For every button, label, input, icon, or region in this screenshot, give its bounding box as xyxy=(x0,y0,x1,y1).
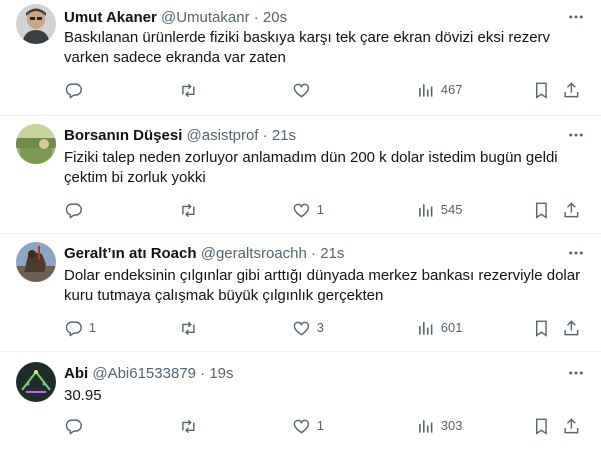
separator-dot: · xyxy=(200,365,206,382)
views-button[interactable]: 303 xyxy=(416,416,462,436)
retweet-button[interactable] xyxy=(179,318,204,338)
retweet-button[interactable] xyxy=(179,416,204,436)
bookmark-button[interactable] xyxy=(532,318,551,338)
user-handle[interactable]: @Umutakanr xyxy=(161,9,250,26)
timestamp[interactable]: 21s xyxy=(320,245,344,262)
views-count: 303 xyxy=(440,418,463,433)
display-name[interactable]: Abi xyxy=(64,365,88,382)
bookmark-icon xyxy=(535,418,547,435)
tweet-text: Fiziki talep neden zorluyor anlamadım dü… xyxy=(64,149,558,186)
views-button[interactable]: 545 xyxy=(416,200,462,220)
reply-button[interactable]: 1 xyxy=(64,318,96,338)
like-button[interactable]: 1 xyxy=(292,416,324,436)
user-handle[interactable]: @asistprof xyxy=(187,127,259,144)
reply-button[interactable] xyxy=(64,200,89,220)
like-count: 1 xyxy=(316,202,324,217)
retweet-button[interactable] xyxy=(179,80,204,100)
more-icon[interactable] xyxy=(567,364,585,382)
heart-icon xyxy=(293,419,310,434)
separator-dot: · xyxy=(262,127,268,144)
separator-dot: · xyxy=(311,245,317,262)
views-icon xyxy=(419,419,433,433)
share-button[interactable] xyxy=(562,318,581,338)
views-count: 545 xyxy=(440,202,463,217)
tweet-text: Dolar endeksinin çılgınlar gibi arttığı … xyxy=(64,267,581,304)
timestamp[interactable]: 20s xyxy=(263,9,287,26)
avatar[interactable] xyxy=(16,4,56,44)
share-icon xyxy=(564,319,579,335)
heart-icon xyxy=(293,203,310,218)
reply-button[interactable] xyxy=(64,416,89,436)
views-count: 467 xyxy=(440,82,463,97)
views-button[interactable]: 467 xyxy=(416,80,462,100)
bookmark-icon xyxy=(535,82,547,99)
more-icon[interactable] xyxy=(567,126,585,144)
tweet[interactable]: Geralt’ın atı Roach @geraltsroachh · 21s… xyxy=(0,234,601,352)
more-icon[interactable] xyxy=(567,244,585,262)
tweet-header: Umut Akaner @Umutakanr · 20s xyxy=(64,8,551,28)
tweet-text: Baskılanan ürünlerde fiziki baskıya karş… xyxy=(64,29,551,66)
like-button[interactable]: 3 xyxy=(292,318,324,338)
user-handle[interactable]: @geraltsroachh xyxy=(201,245,307,262)
views-icon xyxy=(419,83,433,97)
like-button[interactable] xyxy=(292,80,317,100)
separator-dot: · xyxy=(253,9,259,26)
like-count: 3 xyxy=(316,320,324,335)
reply-icon xyxy=(65,83,82,99)
avatar[interactable] xyxy=(16,362,56,402)
tweet-actions: 1 303 xyxy=(64,416,584,436)
views-icon xyxy=(419,203,433,217)
tweet-header: Borsanın Düşesi @asistprof · 21s xyxy=(64,126,551,146)
share-icon xyxy=(564,201,579,217)
heart-icon xyxy=(293,321,310,336)
like-count: 1 xyxy=(316,418,324,433)
display-name[interactable]: Borsanın Düşesi xyxy=(64,127,182,144)
bookmark-button[interactable] xyxy=(532,80,551,100)
reply-icon xyxy=(65,419,82,435)
reply-count: 1 xyxy=(88,320,96,335)
views-icon xyxy=(419,321,433,335)
timeline-feed: Umut Akaner @Umutakanr · 20s Baskılanan … xyxy=(0,0,601,452)
retweet-icon xyxy=(182,203,195,217)
share-button[interactable] xyxy=(562,416,581,436)
tweet-actions: 1 3 601 xyxy=(64,318,584,338)
more-icon[interactable] xyxy=(567,8,585,26)
bookmark-icon xyxy=(535,202,547,219)
tweet-text: 30.95 xyxy=(64,387,102,404)
avatar[interactable] xyxy=(16,242,56,282)
timestamp[interactable]: 19s xyxy=(209,365,233,382)
tweet-header: Geralt’ın atı Roach @geraltsroachh · 21s xyxy=(64,244,551,264)
like-button[interactable]: 1 xyxy=(292,200,324,220)
tweet[interactable]: Umut Akaner @Umutakanr · 20s Baskılanan … xyxy=(0,0,601,116)
retweet-icon xyxy=(182,419,195,433)
tweet-actions: 1 545 xyxy=(64,200,584,220)
bookmark-button[interactable] xyxy=(532,200,551,220)
tweet-header: Abi @Abi61533879 · 19s xyxy=(64,364,551,384)
views-count: 601 xyxy=(440,320,463,335)
timestamp[interactable]: 21s xyxy=(272,127,296,144)
tweet[interactable]: Abi @Abi61533879 · 19s 30.95 1 303 xyxy=(0,352,601,452)
views-button[interactable]: 601 xyxy=(416,318,462,338)
user-handle[interactable]: @Abi61533879 xyxy=(92,365,196,382)
share-icon xyxy=(564,417,579,433)
tweet-actions: 467 xyxy=(64,80,584,100)
reply-icon xyxy=(65,321,82,337)
reply-icon xyxy=(65,203,82,219)
reply-button[interactable] xyxy=(64,80,89,100)
bookmark-icon xyxy=(535,320,547,337)
retweet-button[interactable] xyxy=(179,200,204,220)
share-button[interactable] xyxy=(562,200,581,220)
retweet-icon xyxy=(182,83,195,97)
display-name[interactable]: Umut Akaner xyxy=(64,9,157,26)
retweet-icon xyxy=(182,321,195,335)
display-name[interactable]: Geralt’ın atı Roach xyxy=(64,245,197,262)
share-button[interactable] xyxy=(562,80,581,100)
bookmark-button[interactable] xyxy=(532,416,551,436)
tweet[interactable]: Borsanın Düşesi @asistprof · 21s Fiziki … xyxy=(0,116,601,234)
heart-icon xyxy=(293,83,310,98)
avatar[interactable] xyxy=(16,124,56,164)
share-icon xyxy=(564,81,579,97)
